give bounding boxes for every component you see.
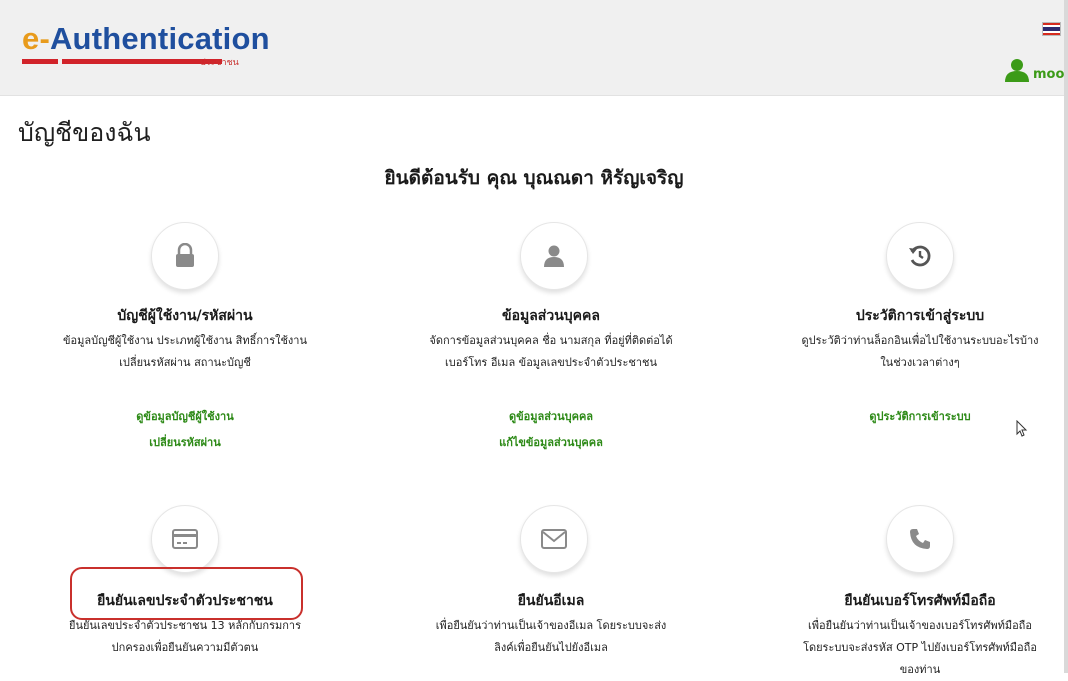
logo[interactable]: e-Authentication — [22, 22, 270, 56]
username: moop — [1033, 67, 1068, 82]
card-desc-2: โดยระบบจะส่งรหัส OTP ไปยังเบอร์โทรศัพท์ม… — [803, 641, 1037, 654]
thai-flag-icon[interactable] — [1042, 22, 1061, 36]
card-desc-2: เบอร์โทร อีเมล ข้อมูลเลขประจำตัวประชาชน — [445, 356, 657, 369]
logo-main: Authentication — [49, 21, 270, 56]
id-card-icon — [151, 505, 219, 573]
user-icon — [1005, 59, 1029, 82]
card-title: ประวัติการเข้าสู่ระบบ — [855, 308, 985, 324]
header: e-Authentication ประชาชน moop — [0, 0, 1068, 96]
mouse-cursor-icon — [1016, 420, 1028, 437]
page-title: บัญชีของฉัน — [18, 118, 151, 147]
card-title: ข้อมูลส่วนบุคคล — [502, 308, 600, 324]
card-title[interactable]: ยืนยันเบอร์โทรศัพท์มือถือ — [750, 590, 1068, 612]
change-password-link[interactable]: เปลี่ยนรหัสผ่าน — [15, 433, 355, 451]
user-menu[interactable]: moop — [1004, 52, 1068, 82]
card-desc-1: ดูประวัติว่าท่านล็อกอินเพื่อไปใช้งานระบบ… — [801, 334, 1039, 347]
card-desc-3: ของท่าน — [899, 663, 941, 676]
window-edge — [1064, 0, 1068, 673]
history-icon — [886, 222, 954, 290]
view-personal-info-link[interactable]: ดูข้อมูลส่วนบุคคล — [381, 407, 721, 425]
envelope-icon — [520, 505, 588, 573]
view-account-link[interactable]: ดูข้อมูลบัญชีผู้ใช้งาน — [15, 407, 355, 425]
phone-icon — [886, 505, 954, 573]
card-desc-2: ปกครองเพื่อยืนยันความมีตัวตน — [111, 641, 259, 654]
welcome-message: ยินดีต้อนรับ คุณ บุณณดา หิรัญเจริญ — [384, 167, 684, 189]
card-desc-1: จัดการข้อมูลส่วนบุคคล ชื่อ นามสกุล ที่อย… — [429, 334, 673, 347]
card-desc-1: ข้อมูลบัญชีผู้ใช้งาน ประเภทผู้ใช้งาน สิท… — [62, 334, 308, 347]
card-desc-1: เพื่อยืนยันว่าท่านเป็นเจ้าของอีเมล โดยระ… — [435, 619, 667, 632]
user-icon — [520, 222, 588, 290]
logo-prefix: e- — [22, 21, 50, 56]
card-title[interactable]: ยืนยันอีเมล — [381, 590, 721, 612]
card-desc-1: เพื่อยืนยันว่าท่านเป็นเจ้าของเบอร์โทรศัพ… — [808, 619, 1032, 632]
card-desc-2: เปลี่ยนรหัสผ่าน สถานะบัญชี — [119, 356, 251, 369]
card-desc-2: ในช่วงเวลาต่างๆ — [880, 356, 960, 369]
card-title: บัญชีผู้ใช้งาน/รหัสผ่าน — [117, 308, 253, 324]
highlight-box — [70, 567, 303, 620]
card-desc-2: ลิงค์เพื่อยืนยันไปยังอีเมล — [494, 641, 608, 654]
lock-icon — [151, 222, 219, 290]
logo-subtitle: ประชาชน — [200, 58, 239, 68]
edit-personal-info-link[interactable]: แก้ไขข้อมูลส่วนบุคคล — [381, 433, 721, 451]
